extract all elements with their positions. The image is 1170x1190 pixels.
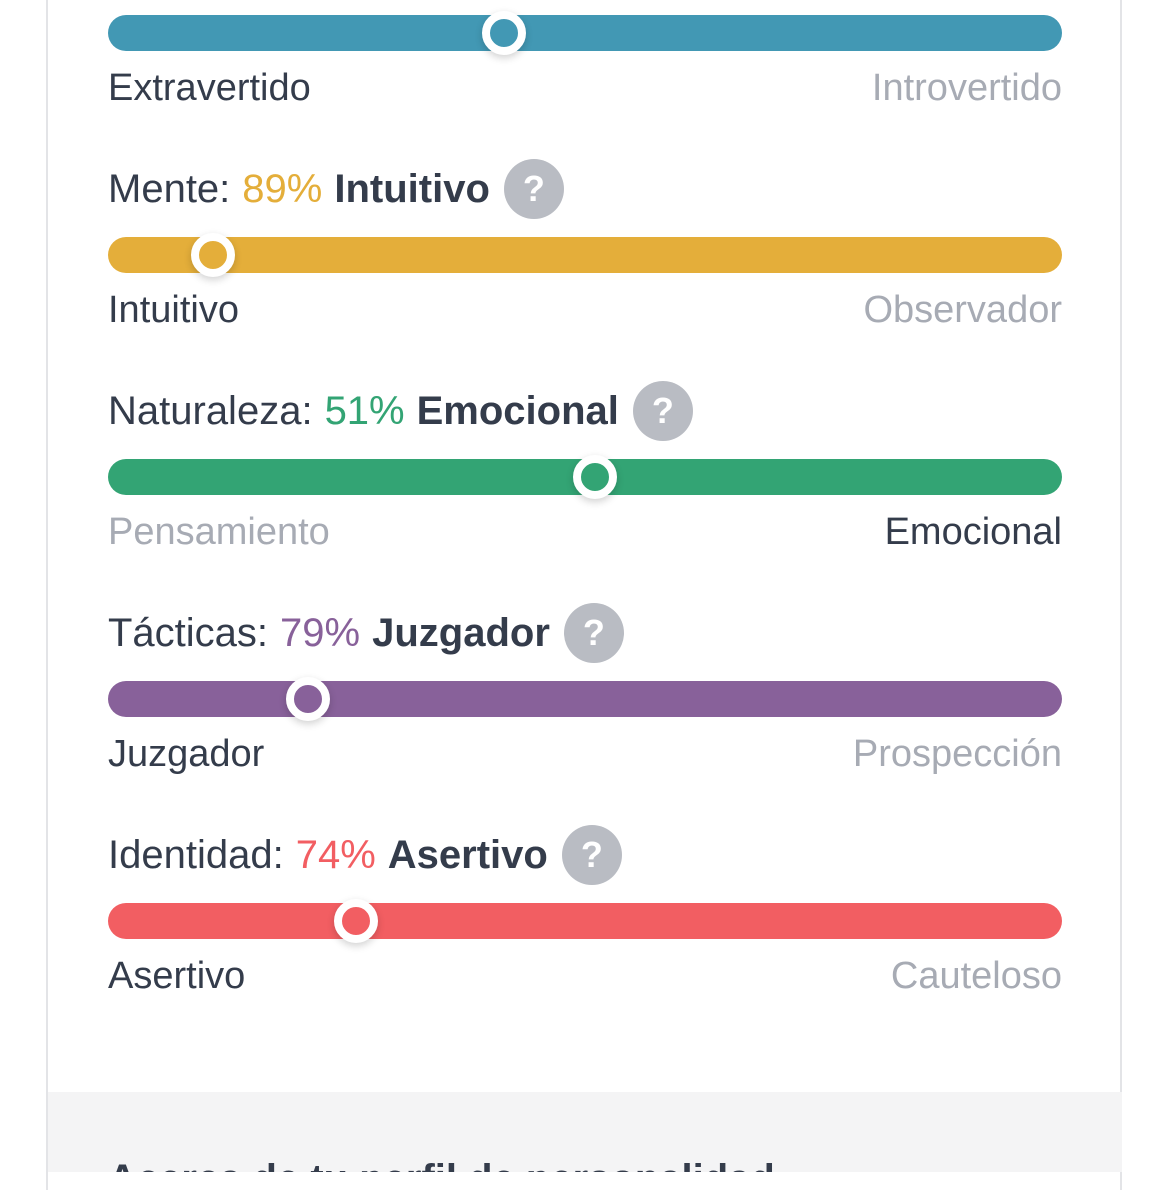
trait-percent: 51%: [324, 388, 405, 433]
trait-category: Tácticas:: [108, 610, 269, 655]
trait-percent: 79%: [280, 610, 361, 655]
trait-heading: Mente: 89% Intuitivo ?: [108, 159, 564, 219]
trait-bar-energia: [108, 11, 1062, 55]
trait-left-label: Extravertido: [108, 67, 311, 109]
trait-right-label: Introvertido: [871, 67, 1062, 109]
trait-knob-mente[interactable]: [190, 233, 235, 277]
profile-info-section: Acerca de tu perfil de personalidad: [48, 1092, 1122, 1172]
question-mark-icon[interactable]: ?: [561, 825, 622, 885]
trait-type: Juzgador: [372, 610, 550, 655]
question-mark-icon[interactable]: ?: [503, 159, 564, 219]
trait-heading: Identidad: 74% Asertivo ?: [108, 825, 622, 885]
trait-right-label: Cauteloso: [890, 955, 1062, 997]
question-mark-icon[interactable]: ?: [632, 381, 693, 441]
trait-left-label: Intuitivo: [108, 289, 239, 331]
trait-category: Naturaleza:: [108, 388, 313, 433]
trait-percent: 89%: [242, 166, 323, 211]
trait-left-label: Asertivo: [108, 955, 246, 997]
trait-bar-tacticas: [108, 677, 1062, 721]
section-heading-partial: Acerca de tu perfil de personalidad: [108, 1152, 775, 1172]
trait-knob-naturaleza[interactable]: [572, 455, 617, 499]
trait-bar-mente: [108, 233, 1062, 277]
trait-knob-energia[interactable]: [481, 11, 526, 55]
trait-category: Mente:: [108, 166, 231, 211]
trait-right-label: Emocional: [884, 511, 1062, 553]
trait-heading: Tácticas: 79% Juzgador ?: [108, 603, 624, 663]
trait-right-label: Prospección: [852, 733, 1062, 775]
trait-type: Emocional: [416, 388, 619, 433]
trait-heading: Naturaleza: 51% Emocional ?: [108, 381, 693, 441]
trait-left-label: Juzgador: [108, 733, 265, 775]
trait-type: Asertivo: [387, 832, 548, 877]
question-mark-icon[interactable]: ?: [563, 603, 624, 663]
trait-bar-naturaleza: [108, 455, 1062, 499]
trait-knob-tacticas[interactable]: [286, 677, 331, 721]
trait-left-label: Pensamiento: [108, 511, 330, 553]
trait-bar-identidad: [108, 899, 1062, 943]
trait-category: Identidad:: [108, 832, 284, 877]
trait-knob-identidad[interactable]: [334, 899, 379, 943]
trait-type: Intuitivo: [334, 166, 490, 211]
trait-right-label: Observador: [863, 289, 1062, 331]
trait-percent: 74%: [295, 832, 376, 877]
